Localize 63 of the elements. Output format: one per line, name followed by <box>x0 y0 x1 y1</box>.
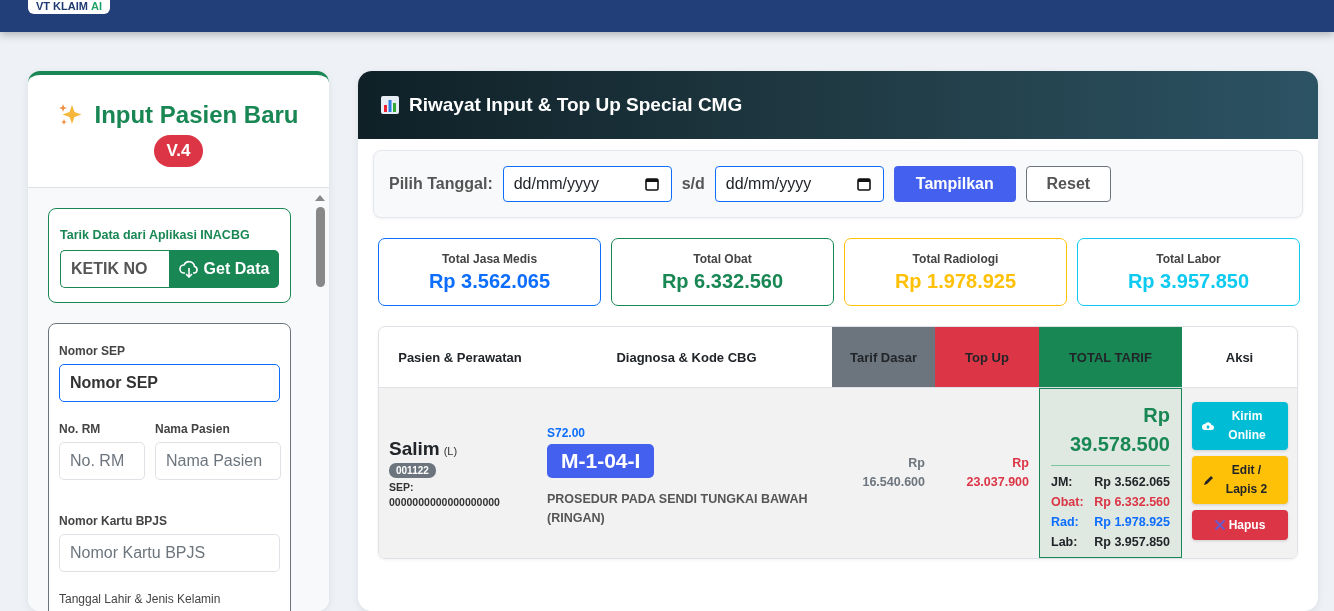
calendar-icon <box>644 177 659 191</box>
breakdown-value: Rp 3.957.850 <box>1093 534 1170 551</box>
top-up-amount: Rp 23.037.900 <box>965 455 1029 491</box>
date-field[interactable]: dd/mm/yyyy <box>714 166 884 202</box>
reset-button[interactable]: Reset <box>1025 166 1111 202</box>
scroll-up-arrow-icon[interactable] <box>315 194 325 201</box>
breakdown-value: Rp 3.562.065 <box>1093 474 1170 491</box>
cross-icon <box>1213 519 1226 531</box>
stat-label: Total Radiologi <box>912 251 999 266</box>
version-badge: V.4 <box>153 135 204 167</box>
stat-value: Rp 1.978.925 <box>894 269 1017 293</box>
input-field[interactable]: Nomor SEP <box>59 364 280 402</box>
field-label: Nomor SEP <box>59 344 126 358</box>
pencil-icon <box>1202 474 1214 486</box>
get-data-button[interactable]: Get Data <box>169 250 279 288</box>
field-label: Tanggal Lahir & Jenis Kelamin <box>59 592 222 606</box>
cloud-upload-icon <box>1202 421 1214 431</box>
panel-title: Riwayat Input & Top Up Special CMG <box>409 94 743 116</box>
search-field[interactable]: KETIK NO <box>60 250 169 288</box>
column-header: Top Up <box>935 327 1039 388</box>
diagnosis-code: S72.00 <box>547 426 586 440</box>
total-tariff: Rp 39.578.500 <box>1051 401 1170 466</box>
stat-value: Rp 6.332.560 <box>661 269 784 293</box>
sep-number: 0000000000000000000 <box>389 496 500 508</box>
field-label: No. RM <box>59 422 102 436</box>
breakdown-value: Rp 6.332.560 <box>1093 494 1170 511</box>
range-separator: s/d <box>681 175 705 193</box>
bar-chart-icon <box>380 95 400 115</box>
patient-name: Salim <box>389 438 440 460</box>
record-number-badge: 001122 <box>389 463 436 478</box>
field-label: Nama Pasien <box>155 422 231 436</box>
logo[interactable]: VT KLAIM AI <box>28 0 110 14</box>
input-field[interactable]: No. RM <box>59 442 145 480</box>
calendar-icon <box>856 177 871 191</box>
diagnosis-description: PROSEDUR PADA SENDI TUNGKAI BAWAH (RINGAN) <box>547 491 809 527</box>
field-label: Nomor Kartu BPJS <box>59 514 169 528</box>
breakdown-label: Rad: <box>1051 514 1080 531</box>
gender-label: (L) <box>443 445 458 457</box>
stat-value: Rp 3.957.850 <box>1127 269 1250 293</box>
input-field[interactable]: Nomor Kartu BPJS <box>59 534 280 572</box>
stat-label: Total Obat <box>693 251 752 266</box>
scrollbar-thumb[interactable] <box>315 207 325 287</box>
cloud-download-icon <box>178 260 199 278</box>
base-tariff: Rp 16.540.600 <box>861 455 925 491</box>
stat-label: Total Labor <box>1156 251 1221 266</box>
sep-label: SEP: <box>389 481 414 493</box>
input-field[interactable]: Nama Pasien <box>155 442 281 480</box>
breakdown-label: JM: <box>1051 474 1074 491</box>
edit-button[interactable]: Edit / Lapis 2 <box>1191 456 1288 504</box>
stat-label: Total Jasa Medis <box>441 251 538 266</box>
date-field[interactable]: dd/mm/yyyy <box>502 166 672 202</box>
breakdown-value: Rp 1.978.925 <box>1093 514 1170 531</box>
column-header: Tarif Dasar <box>832 327 935 388</box>
filter-label: Pilih Tanggal: <box>389 175 493 193</box>
delete-button[interactable]: Hapus <box>1191 510 1288 540</box>
show-button[interactable]: Tampilkan <box>893 166 1016 202</box>
breakdown-label: Obat: <box>1051 494 1085 511</box>
column-header: TOTAL TARIF <box>1039 327 1182 388</box>
cbg-code-badge: M-1-04-I <box>547 444 655 478</box>
panel-title: Input Pasien Baru <box>94 101 299 129</box>
fetch-label: Tarik Data dari Aplikasi INACBG <box>60 228 251 242</box>
stat-value: Rp 3.562.065 <box>428 269 551 293</box>
breakdown-label: Lab: <box>1051 534 1079 551</box>
